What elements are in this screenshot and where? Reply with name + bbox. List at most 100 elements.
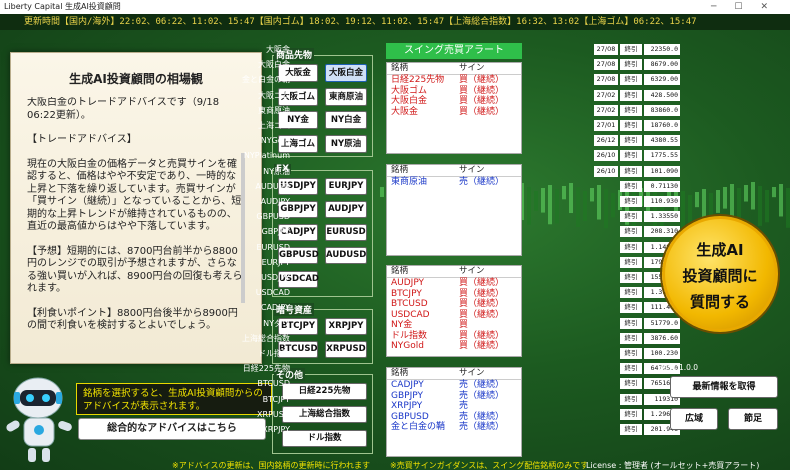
background-candle bbox=[555, 189, 559, 224]
alert-row[interactable]: ドル指数 買（継続） bbox=[387, 331, 521, 342]
price-label: 終引 bbox=[620, 302, 642, 314]
background-candle bbox=[786, 188, 790, 228]
alert-row[interactable]: NYGold 買（継続） bbox=[387, 341, 521, 352]
price-label: 終引 bbox=[620, 287, 642, 299]
price-value: 8679.00 bbox=[644, 59, 680, 71]
alert-row[interactable]: GBPUSD 売（継続） bbox=[387, 412, 521, 423]
alert-box-1: 銘柄 サイン 日経225先物 買（継続） 大阪ゴム 買（継続） 大阪白金 買（継続） 大… bbox=[386, 62, 522, 154]
price-value: 1775.55 bbox=[644, 150, 680, 162]
price-label: 終引 bbox=[620, 256, 642, 268]
alert-col-symbol: 銘柄 bbox=[391, 266, 409, 276]
alert-row[interactable]: XRPJPY 売 bbox=[387, 401, 521, 412]
commodity-button-ny-platinum[interactable]: NY白金 bbox=[325, 111, 367, 129]
price-symbol: 上海ゴム bbox=[258, 121, 290, 130]
alert-row[interactable]: USDCAD 買（継続） bbox=[387, 310, 521, 321]
alert-row[interactable]: BTCJPY 買（継続） bbox=[387, 289, 521, 300]
robot-mascot-icon bbox=[6, 377, 72, 462]
background-candle bbox=[758, 186, 762, 226]
price-label: 終引 bbox=[620, 317, 642, 329]
alert-row[interactable]: 金と白金の鞘 売（継続） bbox=[387, 422, 521, 433]
commodity-button-ny-crude[interactable]: NY原油 bbox=[325, 135, 367, 153]
window-controls[interactable]: ─☐✕ bbox=[711, 0, 786, 14]
price-value: 18760.0 bbox=[644, 120, 680, 131]
alert-col-symbol: 銘柄 bbox=[391, 63, 409, 73]
alert-col-sign: サイン bbox=[459, 165, 485, 175]
alert-col-sign: サイン bbox=[459, 266, 485, 276]
price-label: 終引 bbox=[620, 241, 642, 253]
price-date: 26/10 bbox=[594, 165, 618, 177]
price-date: 27/02 bbox=[594, 104, 618, 116]
background-candle bbox=[688, 195, 692, 224]
alert-row[interactable]: 大阪白金 買（継続） bbox=[387, 96, 521, 107]
timeframe-button[interactable]: 節足 bbox=[728, 408, 778, 430]
crypto-button-xrpjpy[interactable]: XRPJPY bbox=[325, 318, 367, 335]
price-label: 終引 bbox=[620, 424, 642, 435]
price-value: 6329.00 bbox=[644, 74, 680, 86]
alert-row[interactable]: NY金買 bbox=[387, 320, 521, 331]
footer-note-advice: ※アドバイスの更新は、国内銘柄の更新時に行われます bbox=[172, 461, 371, 470]
price-value: 4380.55 bbox=[644, 135, 680, 147]
window-titlebar: Liberty Capital 生成AI投資顧問 ─☐✕ bbox=[0, 0, 790, 14]
alert-row[interactable]: CADJPY 売（継続） bbox=[387, 380, 521, 391]
price-symbol: NYダウ bbox=[263, 318, 290, 328]
price-symbol: AUDJPY bbox=[260, 197, 290, 206]
price-symbol: NYGold bbox=[260, 136, 290, 146]
background-candle bbox=[765, 190, 769, 223]
background-candle bbox=[597, 185, 601, 220]
price-label: 終引 bbox=[620, 59, 642, 71]
ask-ai-advisor-button[interactable]: 生成AI 投資顧問に 質問する bbox=[662, 216, 778, 332]
background-candle bbox=[548, 185, 552, 225]
price-symbol: GBPUSD bbox=[256, 212, 290, 222]
background-candle bbox=[779, 184, 783, 217]
alert-col-sign: サイン bbox=[459, 63, 485, 73]
price-symbol: BTCJPY bbox=[262, 394, 290, 404]
price-symbol: AUDUSD bbox=[255, 181, 290, 191]
crypto-button-xrpusd[interactable]: XRPUSD bbox=[325, 341, 367, 358]
background-candle bbox=[380, 187, 384, 197]
version-label: ver.1.1.0.0 bbox=[658, 363, 699, 372]
swing-alert-title: スイング売買アラート bbox=[386, 43, 522, 59]
price-date: 26/10 bbox=[594, 150, 618, 162]
commodity-button-tokyo-crude[interactable]: 東商原油 bbox=[325, 88, 367, 106]
fx-button-audjpy[interactable]: AUDJPY bbox=[325, 201, 367, 218]
fx-button-audusd[interactable]: AUDUSD bbox=[325, 247, 367, 264]
refresh-button[interactable]: 最新情報を取得 bbox=[670, 376, 778, 398]
alert-row[interactable]: BTCUSD 買（継続） bbox=[387, 299, 521, 310]
background-candle bbox=[681, 191, 685, 231]
other-button-nikkei225[interactable]: 日経225先物 bbox=[282, 383, 367, 400]
price-value: 51779.0 bbox=[644, 317, 680, 329]
price-symbol: 金と白金の鞘 bbox=[242, 75, 290, 85]
price-symbol: XRPJPY bbox=[262, 425, 290, 434]
price-label: 終引 bbox=[620, 211, 642, 223]
other-button-shanghai-index[interactable]: 上海総合指数 bbox=[282, 406, 367, 423]
alert-row[interactable]: 大阪金 買（継続） bbox=[387, 107, 521, 118]
price-symbol: CADJPY bbox=[260, 303, 290, 313]
price-date: 26/12 bbox=[594, 135, 618, 147]
alert-row[interactable]: 東商原油 売（継続） bbox=[387, 177, 521, 188]
price-label: 終引 bbox=[620, 393, 642, 405]
fx-button-eurusd[interactable]: EURUSD bbox=[325, 224, 367, 241]
ai-button-line: 投資顧問に bbox=[682, 267, 758, 285]
alert-row[interactable]: AUDJPY 買（継続） bbox=[387, 278, 521, 289]
alert-box-2: 銘柄 サイン 東商原油 売（継続） bbox=[386, 164, 522, 256]
alert-row[interactable]: GBPJPY 売（継続） bbox=[387, 391, 521, 402]
wide-area-button[interactable]: 広域 bbox=[670, 408, 718, 430]
price-label: 終引 bbox=[620, 135, 642, 147]
price-value: 83860.0 bbox=[644, 104, 680, 116]
alert-box-4: 銘柄 サイン CADJPY 売（継続） GBPJPY 売（継続） XRPJPY 売 GB… bbox=[386, 367, 522, 457]
fx-button-eurjpy[interactable]: EURJPY bbox=[325, 178, 367, 195]
commodity-button-osaka-platinum[interactable]: 大阪白金 bbox=[325, 64, 367, 82]
other-button-dollar-index[interactable]: ドル指数 bbox=[282, 430, 367, 447]
background-candle bbox=[541, 188, 545, 213]
background-candle bbox=[527, 187, 531, 225]
price-symbol: NYPlatinum bbox=[243, 151, 290, 161]
background-candle bbox=[751, 182, 755, 210]
price-symbol: 東商原油 bbox=[258, 105, 290, 115]
alert-row[interactable]: 大阪ゴム 買（継続） bbox=[387, 86, 521, 97]
window-title: Liberty Capital 生成AI投資顧問 bbox=[4, 2, 121, 11]
alert-row[interactable]: 日経225先物 買（継続） bbox=[387, 75, 521, 86]
price-value: 110.930 bbox=[644, 196, 680, 207]
price-date: 27/02 bbox=[594, 89, 618, 101]
price-label: 終引 bbox=[620, 363, 642, 375]
footer-note-signals: ※売買サインガイダンスは、スイング配信銘柄のみです bbox=[390, 461, 589, 470]
